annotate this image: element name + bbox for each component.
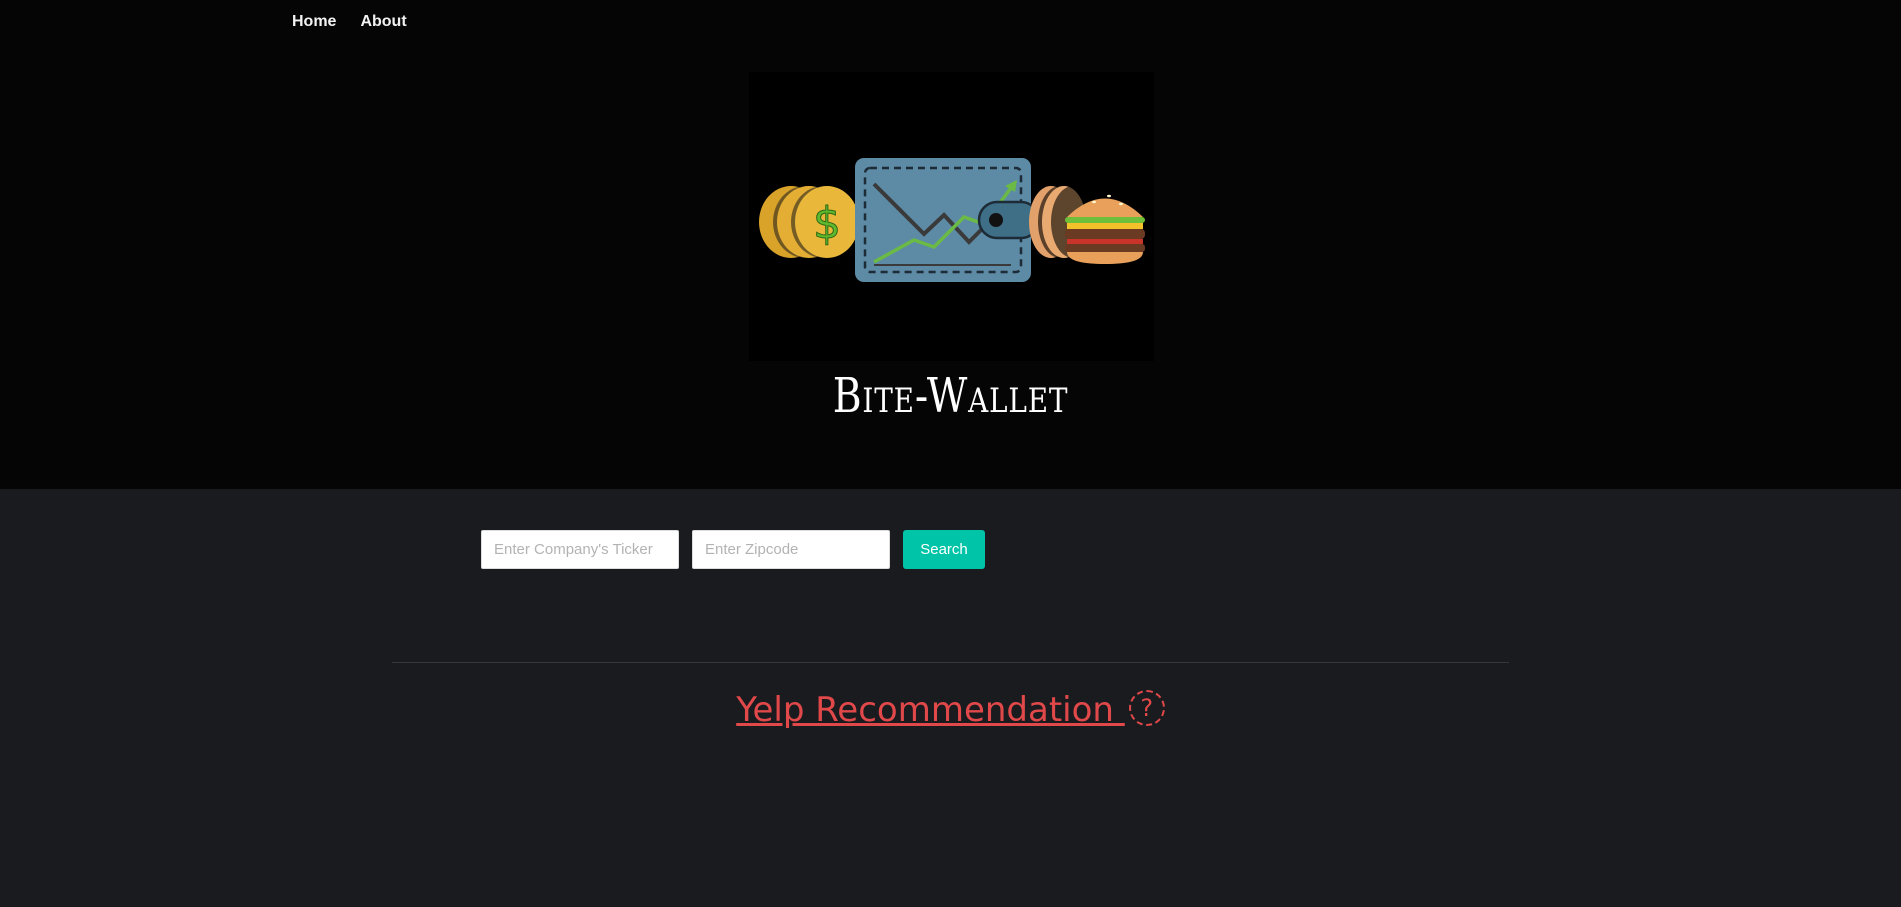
bite-wallet-logo: $	[749, 72, 1154, 361]
coin-dollar-icon: $	[759, 186, 859, 258]
wallet-chart-icon	[855, 158, 1041, 282]
yelp-heading-text: Yelp Recommendation	[736, 690, 1125, 730]
nav-home-link[interactable]: Home	[292, 13, 336, 31]
yelp-section: Yelp Recommendation ?	[0, 689, 1901, 730]
search-form: Search	[481, 530, 985, 569]
yelp-recommendation-link[interactable]: Yelp Recommendation	[736, 690, 1125, 730]
ticker-input[interactable]	[481, 530, 679, 569]
top-nav: Home About	[292, 13, 407, 31]
zipcode-input[interactable]	[692, 530, 890, 569]
section-divider	[392, 662, 1509, 663]
question-circle-icon[interactable]: ?	[1128, 689, 1165, 726]
burger-icon	[1029, 186, 1145, 264]
svg-text:$: $	[813, 198, 841, 249]
header-section: Home About $ Bite-Wallet	[0, 0, 1901, 489]
search-button[interactable]: Search	[903, 530, 985, 569]
brand-title: Bite-Wallet	[832, 368, 1069, 424]
nav-about-link[interactable]: About	[360, 13, 406, 31]
